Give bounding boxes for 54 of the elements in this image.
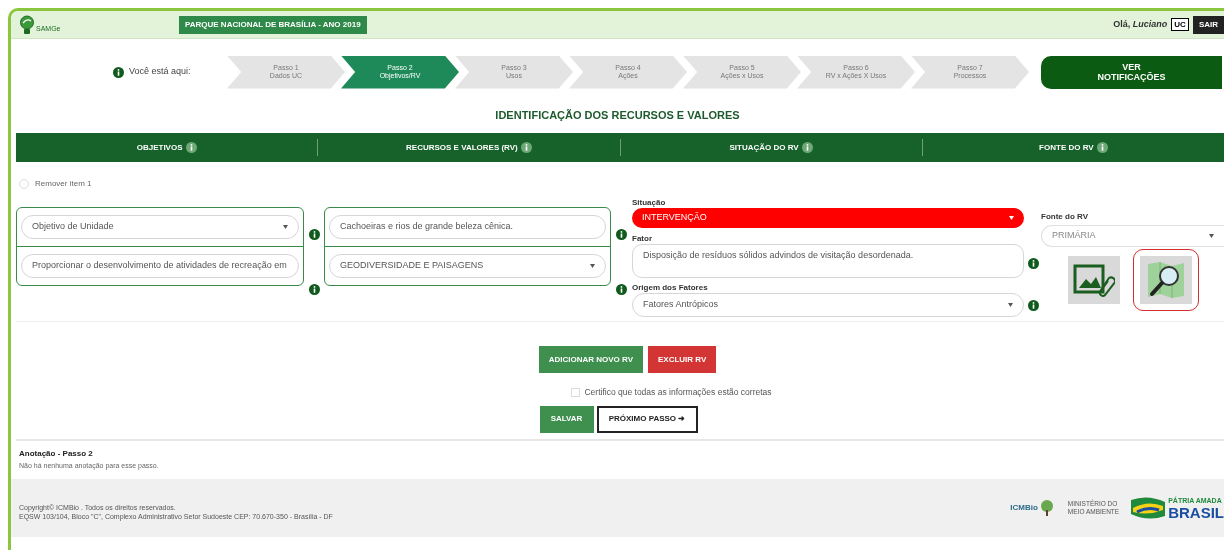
notifications-button[interactable]: VER NOTIFICAÇÕES xyxy=(1041,55,1222,89)
info-icon[interactable] xyxy=(185,142,197,153)
certify-label: Certifico que todas as informações estão corretas xyxy=(584,386,772,399)
column-header: RECURSOS E VALORES (RV) xyxy=(406,141,518,154)
brasil-name: BRASIL xyxy=(1168,506,1224,521)
caret-icon xyxy=(283,224,288,229)
info-icon[interactable] xyxy=(113,66,124,78)
add-resource-button[interactable]: ADICIONAR NOVO RV xyxy=(538,346,643,373)
save-button[interactable]: SALVAR xyxy=(539,405,594,433)
caret-icon xyxy=(1008,303,1013,307)
info-icon[interactable] xyxy=(1028,258,1039,269)
section-title: IDENTIFICAÇÃO DOS RECURSOS E VALORES xyxy=(494,108,741,122)
source-label: Fonte do RV xyxy=(1041,211,1089,222)
next-step-button[interactable]: PRÓXIMO PASSO ➜ xyxy=(596,405,698,433)
info-icon[interactable] xyxy=(1028,299,1039,311)
logout-button[interactable]: SAIR xyxy=(1192,15,1224,34)
you-are-here-label: Você está aqui: xyxy=(129,65,191,79)
annotation-title: Anotação - Passo 2 xyxy=(19,447,94,460)
select-field[interactable]: Objetivo de Unidade xyxy=(21,214,299,239)
caret-icon xyxy=(590,263,595,268)
column-header: SITUAÇÃO DO RV xyxy=(729,141,799,154)
caret-icon xyxy=(1009,216,1014,220)
column-header: OBJETIVOS xyxy=(136,141,183,154)
brasil-flag-icon xyxy=(1131,496,1166,521)
certify-checkbox[interactable] xyxy=(571,387,581,397)
info-icon[interactable] xyxy=(308,284,320,295)
remove-radio[interactable] xyxy=(19,179,29,189)
info-icon[interactable] xyxy=(801,142,813,153)
origin-label: Origem dos Fatores xyxy=(632,282,709,293)
caret-icon xyxy=(1209,234,1214,238)
info-icon[interactable] xyxy=(308,229,320,240)
park-title: PARQUE NACIONAL DE BRASÍLIA - ANO 2019 xyxy=(179,15,367,34)
lightbulb-logo-icon xyxy=(19,14,35,35)
info-icon[interactable] xyxy=(1096,142,1108,153)
attach-image-button[interactable] xyxy=(1068,256,1120,304)
select-field[interactable]: Fatores Antrópicos xyxy=(632,293,1024,317)
icmbio-logo: ICMBio xyxy=(1010,502,1038,515)
situation-label: Situação xyxy=(632,197,667,208)
column-header: FONTE DO RV xyxy=(1039,141,1094,154)
situation-select[interactable]: INTERVENÇÃO xyxy=(632,208,1024,228)
map-search-button[interactable] xyxy=(1140,256,1192,304)
delete-resource-button[interactable]: EXCLUIR RV xyxy=(648,346,717,373)
user-greeting: Olá, Luciano xyxy=(1113,17,1168,31)
remove-item-label: Remover item 1 xyxy=(35,178,92,190)
info-icon[interactable] xyxy=(615,284,627,295)
info-icon[interactable] xyxy=(520,142,532,153)
input-field[interactable]: Proporcionar o desenvolvimento de atividades de recreação em xyxy=(21,253,299,278)
image-attach-icon xyxy=(1073,263,1115,297)
info-icon[interactable] xyxy=(615,229,627,240)
profile-badge: UC xyxy=(1171,18,1189,31)
input-field[interactable]: Cachoeiras e rios de grande beleza cênica. xyxy=(329,214,606,239)
factor-textarea[interactable]: Disposição de resíduos sólidos advindos de visitação desordenada. xyxy=(632,244,1024,278)
select-field[interactable]: GEODIVERSIDADE E PAISAGENS xyxy=(329,253,606,278)
factor-label: Fator xyxy=(632,233,653,244)
